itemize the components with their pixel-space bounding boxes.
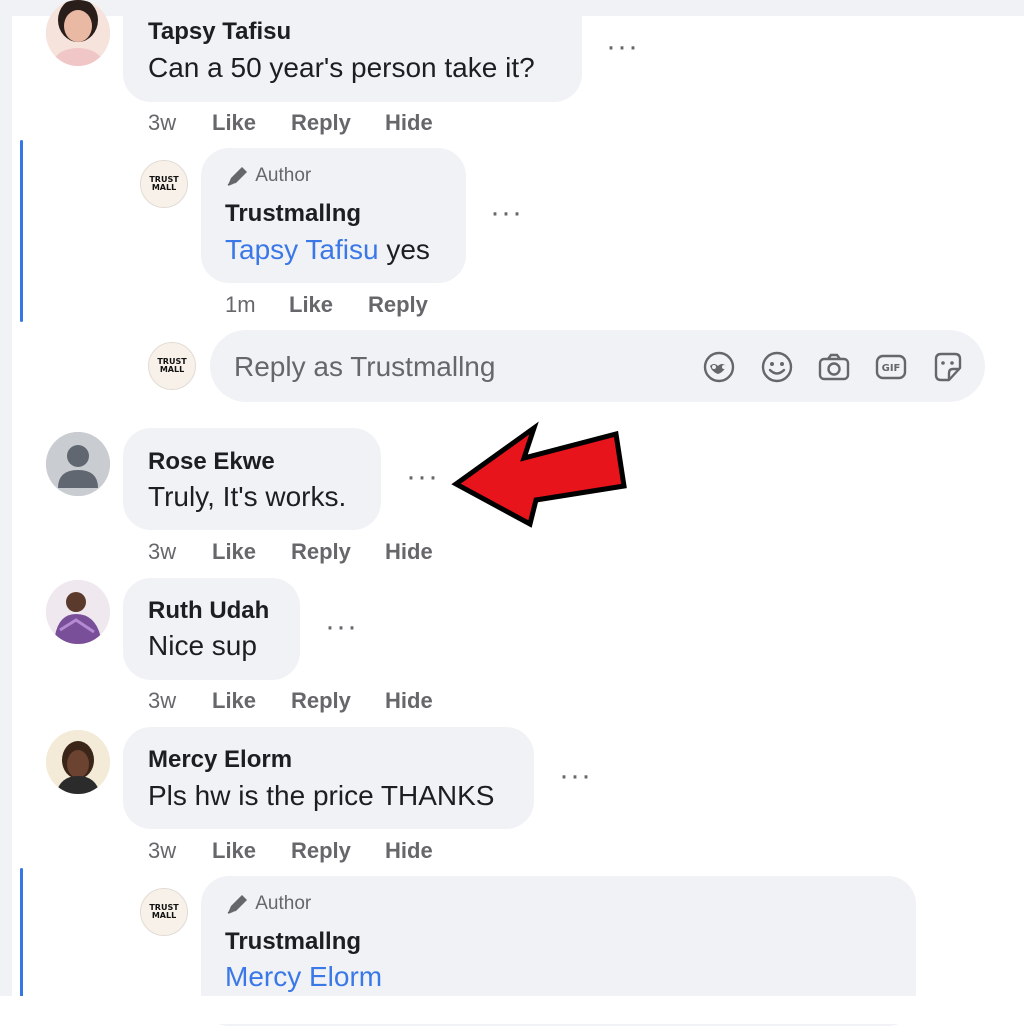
hide-button[interactable]: Hide bbox=[385, 539, 433, 565]
mention-link[interactable]: Tapsy Tafisu bbox=[225, 234, 379, 265]
page-avatar[interactable]: TRUST MALL bbox=[140, 888, 188, 936]
author-badge-label: Author bbox=[255, 165, 312, 187]
comment-bubble bbox=[123, 0, 582, 102]
comment-actions: 3w Like Reply Hide bbox=[148, 838, 468, 866]
comment-bubble bbox=[123, 578, 300, 680]
reply-input[interactable] bbox=[232, 348, 676, 386]
comment-time[interactable]: 3w bbox=[148, 539, 176, 565]
like-button[interactable]: Like bbox=[289, 292, 333, 318]
avatar[interactable] bbox=[46, 730, 110, 794]
comment-time[interactable]: 3w bbox=[148, 688, 176, 714]
reply-thread-line bbox=[20, 868, 23, 998]
sticker-icon[interactable] bbox=[931, 350, 965, 384]
reply-composer: GIF bbox=[210, 330, 985, 402]
comment-bubble bbox=[123, 428, 381, 530]
reply-body: yes bbox=[378, 234, 430, 265]
like-button[interactable]: Like bbox=[212, 838, 256, 864]
reply-button[interactable]: Reply bbox=[368, 292, 428, 318]
reply-author-name[interactable]: Trustmallng bbox=[225, 928, 361, 956]
red-arrow-annotation bbox=[451, 421, 627, 528]
comment-options-button[interactable]: ··· bbox=[325, 612, 358, 642]
avatar[interactable] bbox=[46, 580, 110, 644]
comment-time[interactable]: 3w bbox=[148, 838, 176, 864]
reply-text: Tapsy Tafisu yes bbox=[225, 234, 430, 266]
user-photo-icon bbox=[46, 0, 110, 66]
author-badge-label: Author bbox=[255, 893, 312, 915]
emoji-icon[interactable] bbox=[760, 350, 794, 384]
author-badge: Author bbox=[225, 892, 311, 916]
comment-author-name[interactable]: Rose Ekwe bbox=[148, 448, 275, 476]
comment-options-button[interactable]: ··· bbox=[406, 462, 439, 492]
like-button[interactable]: Like bbox=[212, 688, 256, 714]
avatar-frame-icon[interactable] bbox=[702, 350, 736, 384]
camera-icon[interactable] bbox=[817, 350, 851, 384]
logo-text: MALL bbox=[151, 911, 177, 920]
comment-options-button[interactable]: ··· bbox=[559, 761, 592, 791]
user-photo-icon bbox=[46, 730, 110, 794]
user-photo-icon bbox=[46, 580, 110, 644]
like-button[interactable]: Like bbox=[212, 539, 256, 565]
default-profile-icon bbox=[46, 432, 110, 496]
comment-text: Can a 50 year's person take it? bbox=[148, 52, 535, 83]
mention-link[interactable]: Mercy Elorm bbox=[225, 961, 382, 992]
reply-thread-line bbox=[20, 140, 23, 322]
reply-actions: 1m Like Reply bbox=[225, 292, 455, 320]
bottom-crop bbox=[0, 996, 1024, 1024]
reply-time[interactable]: 1m bbox=[225, 292, 256, 318]
hide-button[interactable]: Hide bbox=[385, 838, 433, 864]
reply-button[interactable]: Reply bbox=[291, 688, 351, 714]
comment-bubble bbox=[123, 727, 534, 829]
author-badge: Author bbox=[225, 164, 311, 188]
comment-author-name[interactable]: Tapsy Tafisu bbox=[148, 18, 291, 46]
hide-button[interactable]: Hide bbox=[385, 110, 433, 136]
logo-text: MALL bbox=[151, 183, 177, 192]
pen-icon bbox=[227, 167, 247, 186]
like-button[interactable]: Like bbox=[212, 110, 256, 136]
reply-text: Mercy Elorm bbox=[225, 961, 382, 993]
comment-actions: 3w Like Reply Hide bbox=[148, 539, 468, 567]
comment-text: Truly, It's works. bbox=[148, 481, 347, 512]
reply-button[interactable]: Reply bbox=[291, 539, 351, 565]
left-gutter bbox=[0, 0, 12, 1000]
pen-icon bbox=[227, 895, 247, 914]
reply-author-name[interactable]: Trustmallng bbox=[225, 200, 361, 228]
composer-avatar: TRUST MALL bbox=[148, 342, 196, 390]
avatar[interactable] bbox=[46, 432, 110, 496]
comment-time[interactable]: 3w bbox=[148, 110, 176, 136]
reply-button[interactable]: Reply bbox=[291, 838, 351, 864]
comment-options-button[interactable]: ··· bbox=[606, 32, 639, 62]
avatar[interactable] bbox=[46, 0, 110, 66]
hide-button[interactable]: Hide bbox=[385, 688, 433, 714]
comment-text: Nice sup bbox=[148, 630, 257, 661]
comment-actions: 3w Like Reply Hide bbox=[148, 688, 468, 716]
comment-author-name[interactable]: Mercy Elorm bbox=[148, 746, 292, 774]
comment-author-name[interactable]: Ruth Udah bbox=[148, 597, 269, 625]
reply-button[interactable]: Reply bbox=[291, 110, 351, 136]
comment-text: Pls hw is the price THANKS bbox=[148, 780, 495, 811]
logo-text: MALL bbox=[159, 365, 185, 374]
svg-text:GIF: GIF bbox=[882, 363, 901, 374]
comment-actions: 3w Like Reply Hide bbox=[148, 110, 468, 138]
reply-options-button[interactable]: ··· bbox=[490, 198, 523, 228]
page-avatar[interactable]: TRUST MALL bbox=[140, 160, 188, 208]
gif-icon[interactable]: GIF bbox=[874, 350, 908, 384]
